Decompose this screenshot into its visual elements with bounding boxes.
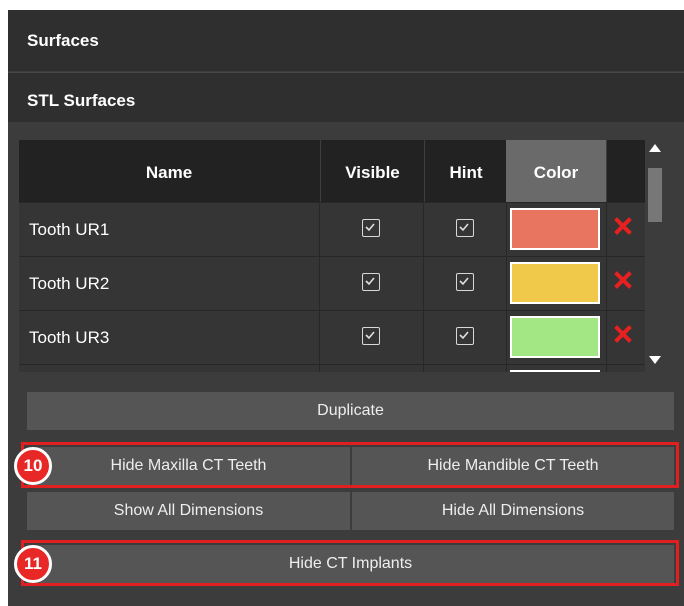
table-row[interactable]: Tooth UR1	[19, 202, 645, 256]
column-divider	[606, 365, 607, 372]
delete-icon[interactable]	[614, 325, 632, 348]
scroll-down-icon[interactable]	[648, 354, 662, 366]
scroll-up-icon[interactable]	[648, 142, 662, 154]
column-divider	[606, 203, 607, 256]
section-title: STL Surfaces	[8, 72, 684, 122]
column-divider	[506, 365, 507, 372]
hint-checkbox[interactable]	[456, 273, 474, 291]
column-divider	[423, 257, 424, 310]
stl-surfaces-table: Name Visible Hint Color Tooth UR1 Tooth U…	[19, 140, 645, 372]
annotation-badge-10: 10	[14, 447, 52, 485]
column-header-hint[interactable]: Hint	[424, 140, 507, 202]
column-header-delete	[606, 140, 645, 202]
color-swatch[interactable]	[510, 208, 600, 250]
table-header: Name Visible Hint Color	[19, 140, 645, 202]
color-swatch[interactable]	[510, 316, 600, 358]
column-divider	[506, 203, 507, 256]
row-name: Tooth UR3	[29, 328, 110, 347]
row-name: Tooth UR1	[29, 220, 110, 239]
hide-maxilla-ct-teeth-button[interactable]: Hide Maxilla CT Teeth	[27, 447, 350, 485]
visible-checkbox[interactable]	[362, 219, 380, 237]
hint-checkbox[interactable]	[456, 327, 474, 345]
row-name	[19, 365, 319, 372]
visible-checkbox[interactable]	[362, 273, 380, 291]
hint-checkbox[interactable]	[456, 219, 474, 237]
color-swatch[interactable]	[510, 370, 600, 372]
column-divider	[319, 257, 320, 310]
annotation-badge-11: 11	[14, 545, 52, 583]
column-header-name[interactable]: Name	[19, 140, 319, 202]
table-row[interactable]: Tooth UR2	[19, 256, 645, 310]
delete-icon[interactable]	[614, 271, 632, 294]
column-divider	[506, 311, 507, 364]
color-swatch[interactable]	[510, 262, 600, 304]
duplicate-button[interactable]: Duplicate	[27, 392, 674, 430]
visible-checkbox[interactable]	[362, 327, 380, 345]
hide-mandible-ct-teeth-button[interactable]: Hide Mandible CT Teeth	[352, 447, 674, 485]
column-divider	[506, 257, 507, 310]
panel-title: Surfaces	[8, 10, 684, 71]
column-divider	[423, 365, 424, 372]
column-divider	[319, 311, 320, 364]
column-divider	[319, 365, 320, 372]
column-divider	[606, 311, 607, 364]
scrollbar-thumb[interactable]	[648, 168, 662, 222]
hide-ct-implants-button[interactable]: Hide CT Implants	[27, 545, 674, 583]
column-divider	[423, 311, 424, 364]
table-scrollbar[interactable]	[645, 140, 665, 372]
delete-icon[interactable]	[614, 217, 632, 240]
column-header-color[interactable]: Color	[506, 140, 606, 202]
show-all-dimensions-button[interactable]: Show All Dimensions	[27, 492, 350, 530]
table-row[interactable]	[19, 364, 645, 372]
column-divider	[423, 203, 424, 256]
row-name: Tooth UR2	[29, 274, 110, 293]
column-divider	[319, 203, 320, 256]
table-row[interactable]: Tooth UR3	[19, 310, 645, 364]
hide-all-dimensions-button[interactable]: Hide All Dimensions	[352, 492, 674, 530]
column-header-visible[interactable]: Visible	[320, 140, 424, 202]
column-divider	[606, 257, 607, 310]
